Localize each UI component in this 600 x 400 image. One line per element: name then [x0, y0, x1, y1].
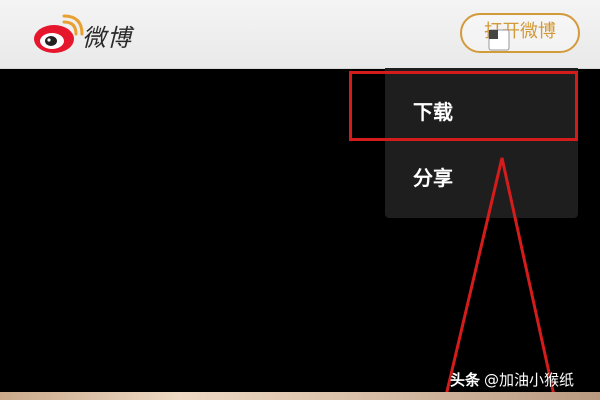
annotation-highlight-box — [349, 71, 578, 141]
top-header-bar: 微博 打开微博 — [0, 0, 600, 69]
watermark-author: @加油小猴纸 — [484, 371, 575, 389]
menu-item-share[interactable]: 分享 — [385, 148, 578, 208]
pip-square-icon[interactable] — [487, 28, 511, 52]
watermark-brand: 头条 — [450, 371, 481, 389]
weibo-video-page: 微博 打开微博 下载 分享 头条 @加油小猴纸 — [0, 0, 600, 400]
open-weibo-button[interactable]: 打开微博 — [460, 13, 580, 53]
video-frame-strip — [0, 392, 600, 400]
source-watermark: 头条 @加油小猴纸 — [450, 368, 574, 392]
app-name-text: 微博 — [82, 24, 132, 52]
menu-item-share-label: 分享 — [413, 166, 453, 190]
